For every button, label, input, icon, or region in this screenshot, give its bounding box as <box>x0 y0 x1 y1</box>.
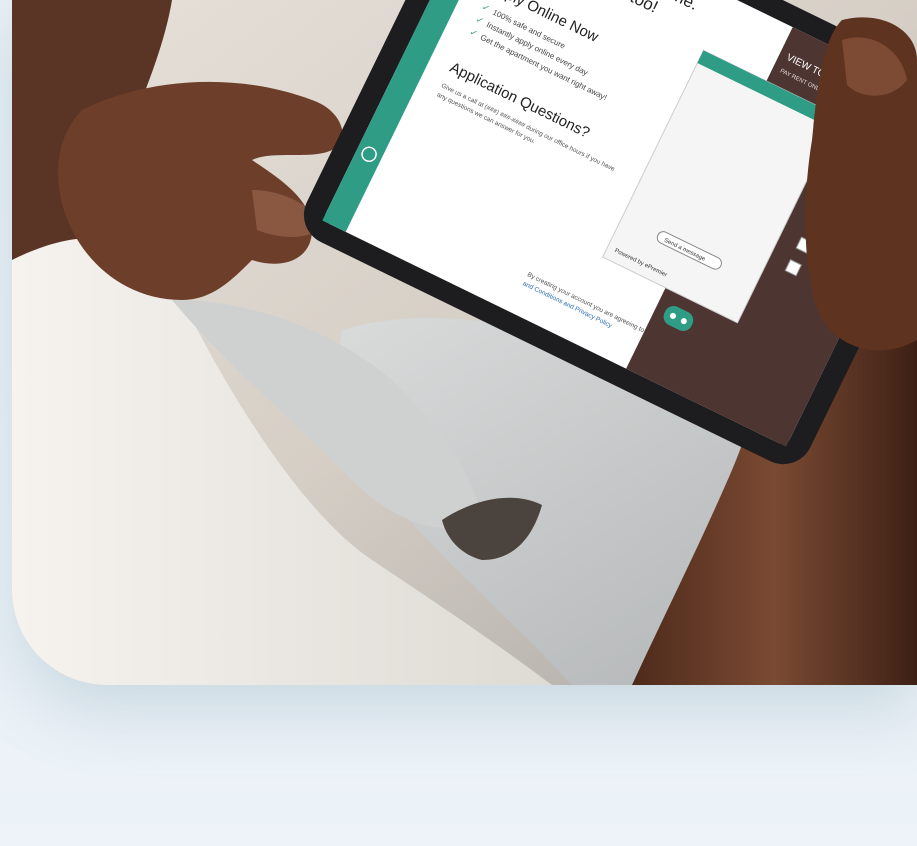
photo-illustration: residents love their home. we know you w… <box>12 0 917 685</box>
hero-photo-card: residents love their home. we know you w… <box>12 0 917 685</box>
